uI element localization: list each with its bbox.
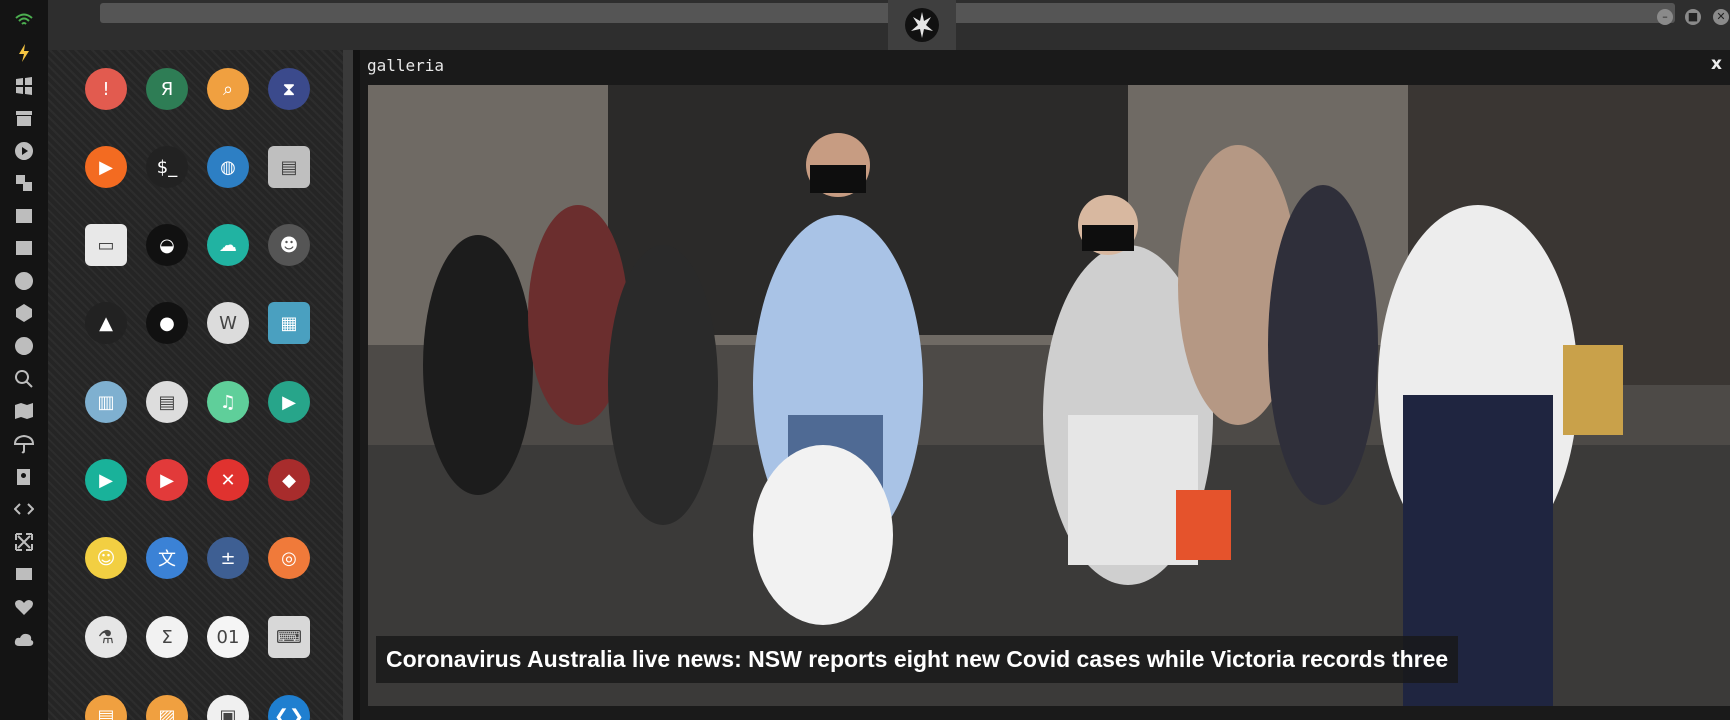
sigma-app-icon[interactable]: Σ: [146, 616, 188, 658]
globe-icon[interactable]: [12, 334, 36, 358]
street-scene-image: [368, 85, 1730, 706]
web-app-icon[interactable]: ◍: [207, 146, 249, 188]
terminal-app-icon[interactable]: $_: [146, 146, 188, 188]
contacts-icon[interactable]: [12, 465, 36, 489]
close-window-button[interactable]: ✕: [1713, 9, 1729, 25]
helmet-app-icon[interactable]: ◒: [146, 224, 188, 266]
gallery-title: galleria: [367, 56, 445, 75]
translate-icon[interactable]: [12, 171, 36, 195]
ironman-app-icon[interactable]: ◆: [268, 459, 310, 501]
play-icon[interactable]: [12, 139, 36, 163]
search-icon[interactable]: [12, 367, 36, 391]
image-icon[interactable]: [12, 204, 36, 228]
document-app-icon[interactable]: ▤: [85, 695, 127, 720]
wikipedia-app-icon[interactable]: W: [207, 302, 249, 344]
bolt-icon[interactable]: [12, 41, 36, 65]
player-app-icon[interactable]: ▶: [85, 459, 127, 501]
gallery-close-button[interactable]: x: [1711, 54, 1722, 74]
image-viewer-app-icon[interactable]: ▨: [146, 695, 188, 720]
gallery-photo[interactable]: Coronavirus Australia live news: NSW rep…: [368, 85, 1730, 706]
warning-app-icon[interactable]: !: [85, 68, 127, 110]
gallery-viewer: galleria x Coronavirus Australia live ne…: [360, 50, 1730, 720]
robot-app-icon[interactable]: ☺: [85, 537, 127, 579]
app-launcher-panel: ! Я ⌕ ⧗ ▶ $_ ◍ ▤ ▭ ◒ ☁ ☻ ▲ ● W ▦ ▥ ▤ ♫ ▶ ▶ ▶ ✕ ◆ ☺ 文 ± ◎ ⚗ Σ 01 ⌨ ▤ ▨ ▣ ❮❯: [48, 50, 353, 720]
windows-icon[interactable]: [12, 74, 36, 98]
vscode-app-icon[interactable]: ❮❯: [268, 695, 310, 720]
left-dock: [0, 0, 48, 720]
cloud-lock-app-icon[interactable]: ☁: [207, 224, 249, 266]
world-map-app-icon[interactable]: ▦: [268, 302, 310, 344]
hexagon-icon[interactable]: [12, 301, 36, 325]
starfleet-app-icon[interactable]: ▲: [85, 302, 127, 344]
cloud-icon[interactable]: [12, 628, 36, 652]
presentation-app-icon[interactable]: ▣: [207, 695, 249, 720]
translate-app-icon[interactable]: 文: [146, 537, 188, 579]
flask-app-icon[interactable]: ⚗: [85, 616, 127, 658]
search-app-icon[interactable]: ⌕: [207, 68, 249, 110]
umbrella-icon[interactable]: [12, 432, 36, 456]
rebel-alliance-icon: [905, 8, 939, 42]
books-app-icon[interactable]: ▥: [85, 381, 127, 423]
hourglass-app-icon[interactable]: ⧗: [268, 68, 310, 110]
arrow-app-icon[interactable]: ▶: [85, 146, 127, 188]
expand-icon[interactable]: [12, 530, 36, 554]
youtube-red-app-icon[interactable]: ▶: [146, 459, 188, 501]
github-app-icon[interactable]: ☻: [268, 224, 310, 266]
rebel-tab[interactable]: [888, 0, 956, 50]
window-app-icon[interactable]: ▭: [85, 224, 127, 266]
notepad-app-icon[interactable]: ▤: [146, 381, 188, 423]
minimize-button[interactable]: –: [1657, 9, 1673, 25]
death-star-app-icon[interactable]: ●: [146, 302, 188, 344]
rebel-icon[interactable]: [12, 269, 36, 293]
keyboard-app-icon[interactable]: ⌨: [268, 616, 310, 658]
map-icon[interactable]: [12, 399, 36, 423]
storage-app-icon[interactable]: ▤: [268, 146, 310, 188]
close-red-app-icon[interactable]: ✕: [207, 459, 249, 501]
music-app-icon[interactable]: ♫: [207, 381, 249, 423]
video-app-icon[interactable]: ▶: [268, 381, 310, 423]
binary-app-icon[interactable]: 01: [207, 616, 249, 658]
archive-icon[interactable]: [12, 106, 36, 130]
top-bar: – ■ ✕: [48, 0, 1730, 50]
code-icon[interactable]: [12, 497, 36, 521]
news-icon[interactable]: [12, 236, 36, 260]
yandex-app-icon[interactable]: Я: [146, 68, 188, 110]
maximize-button[interactable]: ■: [1685, 9, 1701, 25]
photos-app-icon[interactable]: ◎: [268, 537, 310, 579]
heart-icon[interactable]: [12, 595, 36, 619]
wifi-icon[interactable]: [12, 7, 36, 31]
calculator-app-icon[interactable]: ±: [207, 537, 249, 579]
youtube-icon[interactable]: [12, 562, 36, 586]
photo-caption: Coronavirus Australia live news: NSW rep…: [376, 636, 1459, 683]
